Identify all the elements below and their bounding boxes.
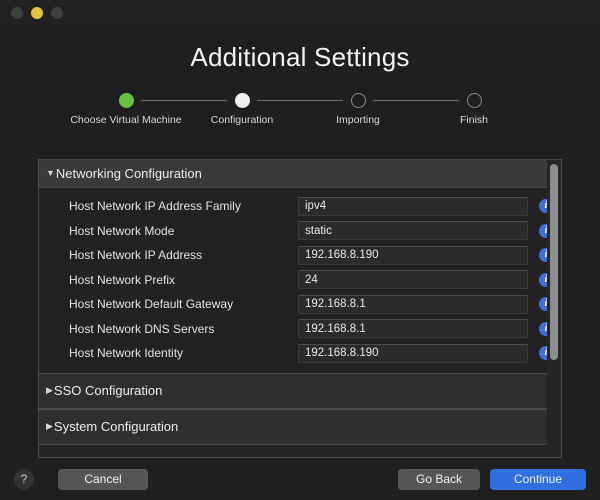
- section-title: System Configuration: [53, 419, 179, 434]
- settings-panel: ▼ Networking Configuration Host Network …: [38, 159, 562, 458]
- row-label: Host Network IP Address: [69, 248, 203, 263]
- minimize-window-button[interactable]: [31, 7, 43, 19]
- step-dot-current: [234, 93, 250, 108]
- step-label: Choose Virtual Machine: [70, 114, 182, 126]
- info-icon[interactable]: i: [539, 321, 547, 336]
- host-network-mode-input[interactable]: [298, 221, 528, 241]
- row-label: Host Network Prefix: [69, 272, 176, 287]
- step-dot-todo: [466, 93, 482, 108]
- page-title: Additional Settings: [190, 42, 410, 72]
- wizard-stepper: Choose Virtual Machine Configuration Imp…: [0, 93, 600, 159]
- step-label: Configuration: [210, 114, 274, 126]
- row-label: Host Network IP Address Family: [69, 199, 241, 214]
- zoom-window-button[interactable]: [51, 7, 63, 19]
- step-choose-virtual-machine[interactable]: Choose Virtual Machine: [66, 93, 186, 127]
- settings-row: Host Network Identity i: [39, 341, 547, 366]
- info-icon[interactable]: i: [539, 346, 547, 361]
- step-dot-todo: [350, 93, 366, 108]
- section-title: SSO Configuration: [53, 383, 163, 398]
- info-icon[interactable]: i: [539, 297, 547, 312]
- step-configuration[interactable]: Configuration: [182, 93, 302, 127]
- step-label: Importing: [336, 114, 380, 126]
- host-network-prefix-input[interactable]: [298, 270, 528, 290]
- chevron-right-icon: ▶: [46, 385, 53, 395]
- dialog-footer: ? Cancel Go Back Continue: [0, 458, 600, 500]
- step-label: Finish: [459, 114, 488, 126]
- info-icon[interactable]: i: [539, 248, 547, 263]
- host-network-identity-input[interactable]: [298, 343, 528, 363]
- settings-row: Host Network IP Address Family i: [39, 194, 547, 219]
- host-network-default-gateway-input[interactable]: [298, 294, 528, 314]
- step-finish[interactable]: Finish: [414, 93, 534, 127]
- section-header-sso-configuration[interactable]: ▶ SSO Configuration: [39, 372, 547, 409]
- host-network-ip-address-input[interactable]: [298, 245, 528, 265]
- cancel-button[interactable]: Cancel: [58, 468, 148, 490]
- row-label: Host Network DNS Servers: [69, 321, 215, 336]
- host-network-dns-servers-input[interactable]: [298, 319, 528, 339]
- scrollbar-thumb[interactable]: [550, 164, 558, 360]
- row-label: Host Network Mode: [69, 223, 175, 238]
- settings-row: Host Network IP Address i: [39, 243, 547, 268]
- chevron-down-icon: ▼: [46, 168, 55, 178]
- step-importing[interactable]: Importing: [298, 93, 418, 127]
- wizard-window: Additional Settings Choose Virtual Machi…: [0, 0, 600, 500]
- continue-button[interactable]: Continue: [490, 468, 586, 490]
- settings-row: Host Network Mode i: [39, 219, 547, 244]
- go-back-button[interactable]: Go Back: [398, 468, 480, 490]
- section-body-networking-configuration: Host Network IP Address Family i Host Ne…: [39, 188, 547, 373]
- host-network-ip-address-family-input[interactable]: [298, 196, 528, 216]
- traffic-lights: [11, 7, 63, 19]
- help-button[interactable]: ?: [14, 469, 34, 489]
- title-bar: [0, 0, 600, 26]
- step-dot-done: [118, 93, 134, 108]
- section-header-networking-configuration[interactable]: ▼ Networking Configuration: [39, 160, 547, 188]
- chevron-right-icon: ▶: [46, 421, 53, 431]
- row-label: Host Network Default Gateway: [69, 297, 234, 312]
- settings-scroll-content: ▼ Networking Configuration Host Network …: [39, 160, 547, 457]
- close-window-button[interactable]: [11, 7, 23, 19]
- info-icon[interactable]: i: [539, 199, 547, 214]
- settings-row: Host Network Prefix i: [39, 268, 547, 293]
- section-title: Networking Configuration: [55, 166, 202, 181]
- info-icon[interactable]: i: [539, 223, 547, 238]
- settings-row: Host Network Default Gateway i: [39, 292, 547, 317]
- settings-row: Host Network DNS Servers i: [39, 317, 547, 342]
- info-icon[interactable]: i: [539, 272, 547, 287]
- section-header-system-configuration[interactable]: ▶ System Configuration: [39, 408, 547, 445]
- vertical-scrollbar[interactable]: [547, 160, 561, 457]
- row-label: Host Network Identity: [69, 346, 184, 361]
